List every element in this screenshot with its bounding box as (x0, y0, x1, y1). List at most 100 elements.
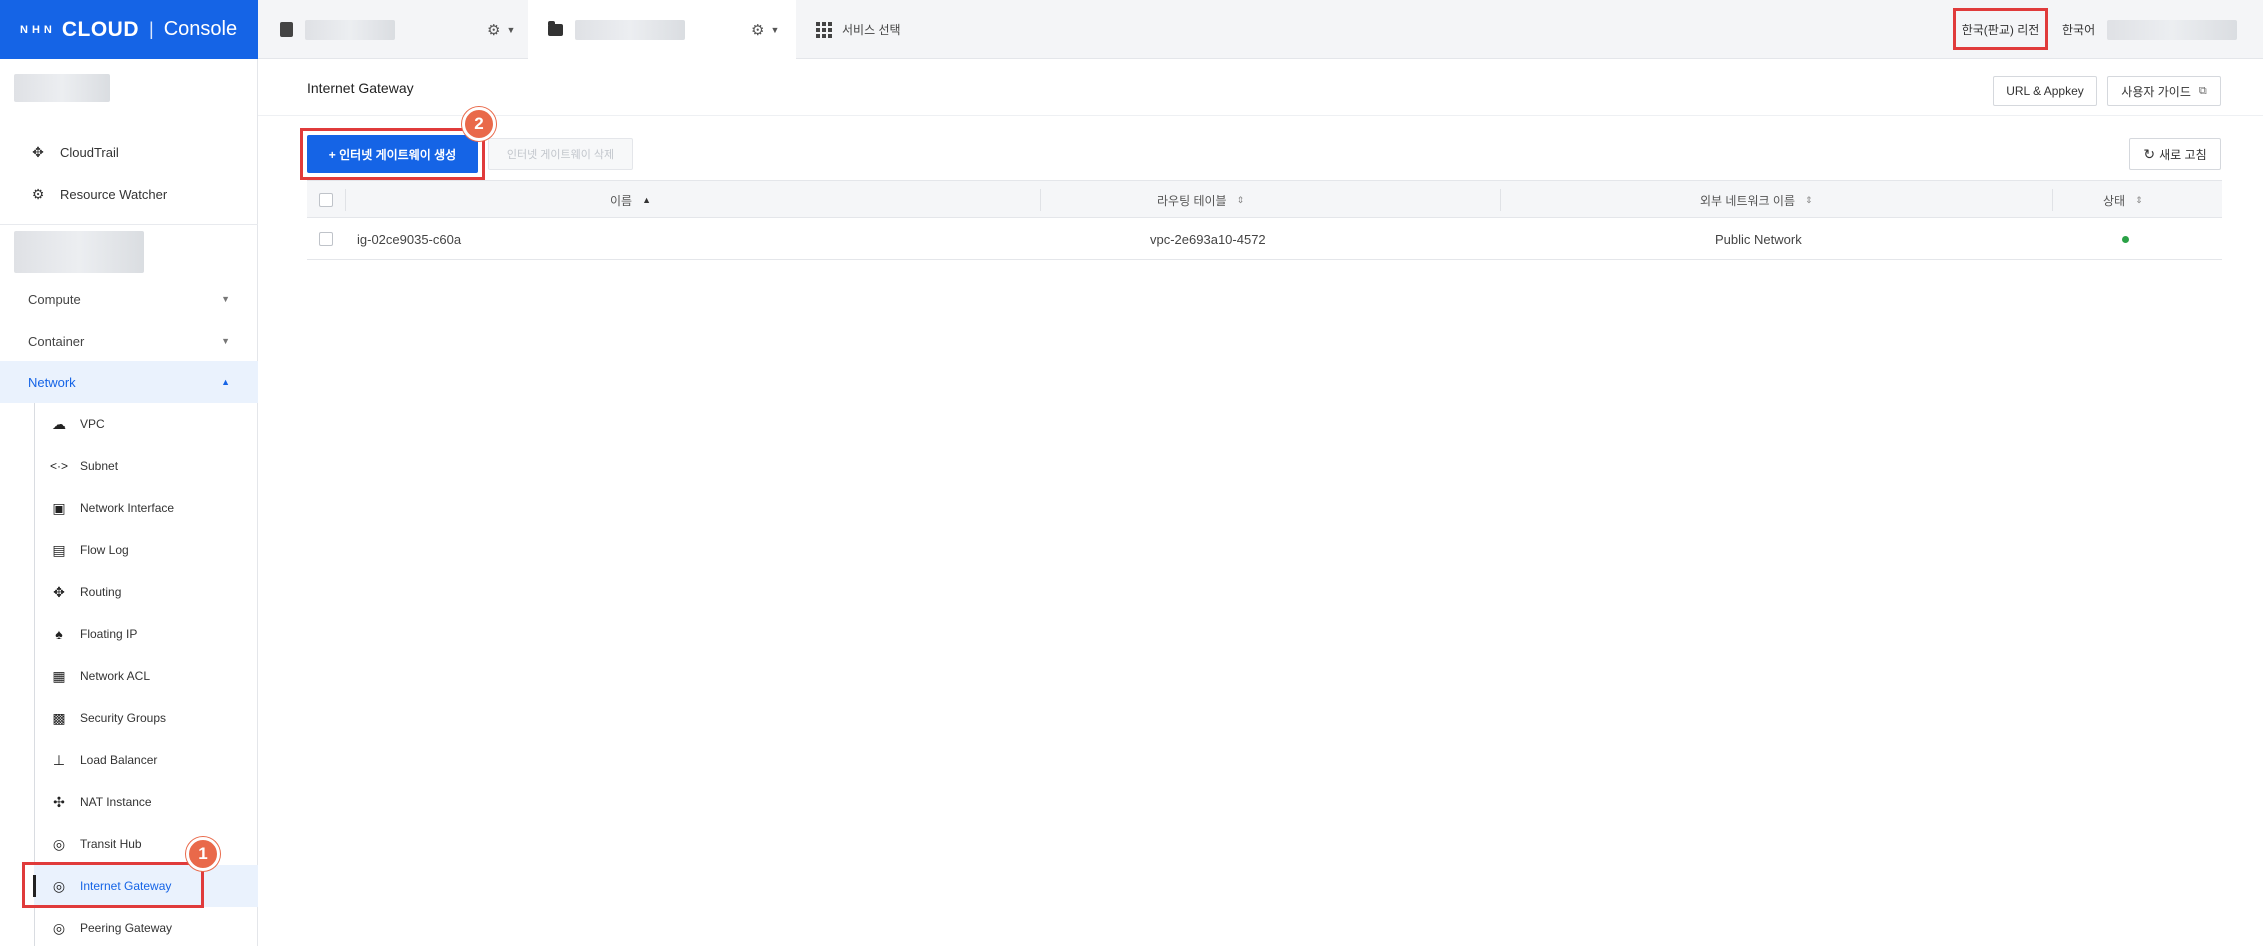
sidebar-item-flow-log[interactable]: ▤ Flow Log (34, 529, 258, 571)
sidebar-item-floating-ip[interactable]: ♠ Floating IP (34, 613, 258, 655)
floating-ip-icon: ♠ (55, 626, 63, 642)
nhn-cloud-logo[interactable]: NHN CLOUD | Console (0, 0, 258, 59)
project-chevron-down-icon[interactable]: ▼ (770, 25, 779, 35)
load-balancer-icon: ⊥ (52, 751, 66, 768)
resource-watcher-icon: ⚙ (31, 185, 45, 202)
region-selector[interactable]: 한국(판교) 리전 (1953, 8, 2048, 50)
flow-log-icon: ▤ (52, 541, 66, 558)
sidebar-item-label: Transit Hub (80, 837, 142, 851)
refresh-icon: ↻ (2143, 145, 2156, 162)
column-divider (345, 189, 346, 211)
column-header-label: 상태 (2103, 193, 2126, 208)
sidebar-item-label: Load Balancer (80, 753, 158, 767)
chevron-up-icon: ▲ (221, 377, 230, 387)
column-divider (1500, 189, 1501, 211)
project-settings-gear-icon[interactable]: ⚙ (751, 21, 764, 39)
project-name-redacted (575, 19, 685, 40)
network-acl-icon: ▦ (52, 667, 66, 684)
table-row[interactable]: ig-02ce9035-c60a vpc-2e693a10-4572 Publi… (307, 218, 2222, 260)
row-checkbox[interactable] (319, 232, 333, 246)
sidebar-item-label: Peering Gateway (80, 921, 173, 935)
column-header-label: 외부 네트워크 이름 (1700, 193, 1795, 208)
external-link-icon: ⧉ (2198, 84, 2207, 97)
sidebar: ✥ CloudTrail ⚙ Resource Watcher Compute … (0, 59, 258, 946)
sort-icon: ⇕ (2135, 194, 2143, 205)
category-container[interactable]: Container ▼ (0, 320, 258, 362)
organization-icon (280, 22, 293, 37)
column-header-label: 이름 (610, 193, 633, 208)
column-header-status[interactable]: 상태 ⇕ (2103, 181, 2143, 219)
user-guide-button[interactable]: 사용자 가이드 ⧉ (2107, 76, 2221, 106)
logo-separator: | (149, 19, 154, 39)
organization-name-redacted (305, 19, 395, 40)
sidebar-item-security-groups[interactable]: ▩ Security Groups (34, 697, 258, 739)
folder-icon (548, 20, 563, 36)
sidebar-item-network-acl[interactable]: ▦ Network ACL (34, 655, 258, 697)
security-groups-icon: ▩ (52, 709, 66, 726)
sidebar-item-label: Security Groups (80, 711, 167, 725)
header-divider (258, 115, 2263, 116)
category-compute[interactable]: Compute ▼ (0, 278, 258, 320)
sidebar-item-nat-instance[interactable]: ✣ NAT Instance (34, 781, 258, 823)
chevron-down-icon: ▼ (221, 336, 230, 346)
column-header-external-network[interactable]: 외부 네트워크 이름 ⇕ (1700, 181, 1813, 219)
table-header: 이름 ▲ 라우팅 테이블 ⇕ 외부 네트워크 이름 ⇕ 상태 ⇕ (307, 180, 2222, 218)
select-all-checkbox[interactable] (319, 193, 333, 207)
language-selector[interactable]: 한국어 (2062, 21, 2095, 38)
sidebar-item-network-interface[interactable]: ▣ Network Interface (34, 487, 258, 529)
user-account-redacted[interactable] (2107, 19, 2238, 40)
category-label: Container (28, 333, 85, 349)
language-area: 한국어 (2062, 0, 2238, 59)
sidebar-item-resource-watcher[interactable]: ⚙ Resource Watcher (0, 177, 258, 211)
cloud-icon: ☁ (52, 415, 66, 432)
sidebar-item-label: VPC (80, 417, 105, 431)
routing-icon: ✥ (53, 583, 65, 600)
organization-chevron-down-icon[interactable]: ▼ (506, 25, 515, 35)
column-header-routing-table[interactable]: 라우팅 테이블 ⇕ (1157, 181, 1244, 219)
top-bar: NHN CLOUD | Console ⚙ ▼ ⚙ ▼ 서비스 선택 한국(판교… (0, 0, 2263, 59)
service-select-label: 서비스 선택 (842, 23, 901, 37)
user-guide-label: 사용자 가이드 (2121, 84, 2191, 99)
url-appkey-button[interactable]: URL & Appkey (1993, 76, 2097, 106)
sidebar-item-label: Routing (80, 585, 122, 599)
sidebar-item-peering-gateway[interactable]: ◎ Peering Gateway (34, 907, 258, 949)
sidebar-item-transit-hub[interactable]: ◎ Transit Hub (34, 823, 258, 865)
category-network[interactable]: Network ▲ (0, 361, 258, 403)
nat-instance-icon: ✣ (53, 793, 65, 810)
organization-tab[interactable]: ⚙ ▼ (258, 0, 528, 59)
sidebar-item-label: Network ACL (80, 669, 151, 683)
column-header-name[interactable]: 이름 ▲ (610, 181, 651, 219)
category-label: Compute (28, 291, 81, 307)
sidebar-item-load-balancer[interactable]: ⊥ Load Balancer (34, 739, 258, 781)
sidebar-item-subnet[interactable]: <·> Subnet (34, 445, 258, 487)
sort-asc-icon: ▲ (642, 195, 652, 205)
annotation-highlight-create-button (300, 128, 485, 180)
service-select-tab[interactable]: 서비스 선택 (796, 0, 901, 59)
project-tab[interactable]: ⚙ ▼ (528, 0, 796, 59)
cell-status (2122, 218, 2129, 260)
sort-icon: ⇕ (1805, 194, 1813, 205)
refresh-label: 새로 고침 (2159, 147, 2207, 162)
organization-settings-gear-icon[interactable]: ⚙ (487, 21, 500, 39)
subnet-icon: <·> (50, 459, 69, 473)
cell-name[interactable]: ig-02ce9035-c60a (357, 218, 461, 260)
sidebar-item-label: CloudTrail (60, 144, 119, 160)
category-label: Network (28, 374, 76, 390)
peering-gateway-icon: ◎ (52, 919, 66, 936)
sidebar-item-routing[interactable]: ✥ Routing (34, 571, 258, 613)
sidebar-item-label: Resource Watcher (60, 186, 168, 202)
column-header-label: 라우팅 테이블 (1157, 193, 1227, 208)
select-all-checkbox-cell (319, 181, 333, 219)
annotation-badge-step-2: 2 (462, 107, 496, 141)
sidebar-item-vpc[interactable]: ☁ VPC (34, 403, 258, 445)
sidebar-item-cloudtrail[interactable]: ✥ CloudTrail (0, 135, 258, 169)
delete-internet-gateway-button[interactable]: 인터넷 게이트웨이 삭제 (488, 138, 633, 170)
sidebar-item-label: Network Interface (80, 501, 175, 515)
annotation-highlight-internet-gateway (22, 862, 204, 908)
refresh-button[interactable]: ↻ 새로 고침 (2129, 138, 2221, 170)
row-checkbox-cell (319, 218, 333, 260)
sidebar-item-label: NAT Instance (80, 795, 152, 809)
column-divider (1040, 189, 1041, 211)
sidebar-item-label: Subnet (80, 459, 119, 473)
sidebar-item-label: Floating IP (80, 627, 138, 641)
